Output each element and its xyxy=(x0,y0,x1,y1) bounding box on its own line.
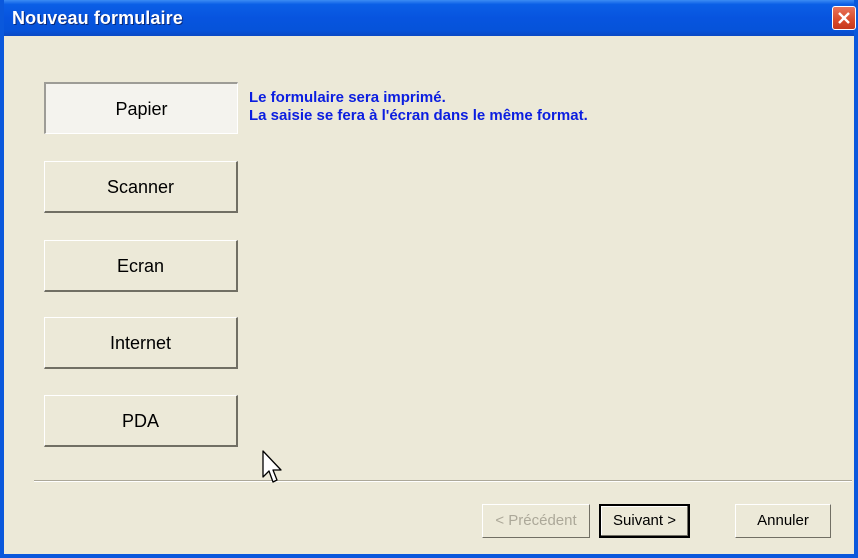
description-line-1: Le formulaire sera imprimé. xyxy=(249,89,446,106)
option-ecran-button[interactable]: Ecran xyxy=(44,240,238,292)
window-title: Nouveau formulaire xyxy=(12,8,183,28)
option-pda-button[interactable]: PDA xyxy=(44,395,238,447)
next-button[interactable]: Suivant > xyxy=(599,504,690,538)
option-scanner-button[interactable]: Scanner xyxy=(44,161,238,213)
cancel-button[interactable]: Annuler xyxy=(735,504,831,538)
close-icon xyxy=(838,12,850,24)
footer-separator xyxy=(34,480,852,482)
previous-button[interactable]: < Précédent xyxy=(482,504,590,538)
option-description: Le formulaire sera imprimé. La saisie se… xyxy=(249,89,588,125)
option-internet-button[interactable]: Internet xyxy=(44,317,238,369)
close-button[interactable] xyxy=(832,6,856,30)
title-bar[interactable]: Nouveau formulaire xyxy=(4,0,856,36)
dialog-window: Nouveau formulaire Papier Scanner Ecran … xyxy=(0,0,858,558)
mouse-cursor-icon xyxy=(262,450,282,483)
description-line-2: La saisie se fera à l'écran dans le même… xyxy=(249,107,588,124)
option-papier-button[interactable]: Papier xyxy=(44,82,238,134)
